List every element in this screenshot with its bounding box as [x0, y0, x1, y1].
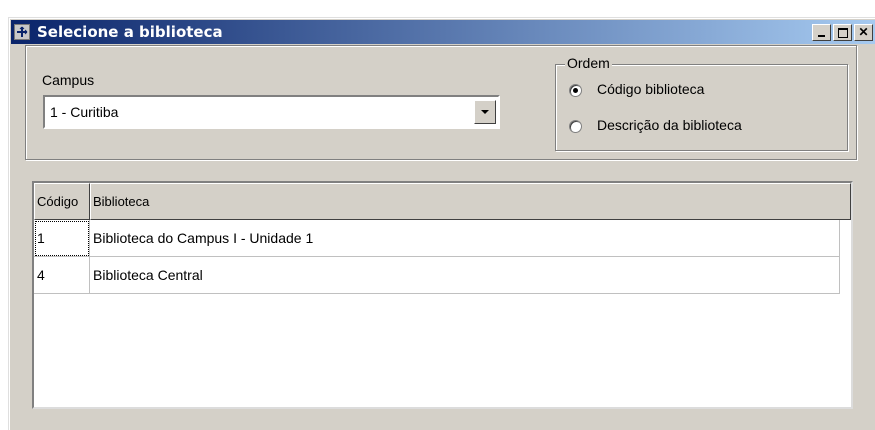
maximize-icon: [838, 28, 848, 38]
close-button[interactable]: ✕: [854, 24, 873, 41]
app-icon[interactable]: [14, 24, 30, 40]
radio-descricao-label[interactable]: Descrição da biblioteca: [597, 117, 742, 133]
ordem-label: Ordem: [565, 55, 612, 71]
table-row[interactable]: 4 Biblioteca Central: [34, 257, 840, 294]
column-header-codigo[interactable]: Código: [34, 183, 90, 220]
minimize-button[interactable]: [812, 24, 831, 41]
radio-descricao[interactable]: [569, 120, 582, 133]
campus-label: Campus: [42, 72, 95, 88]
radio-selected-dot: [573, 88, 578, 93]
cell-biblioteca[interactable]: Biblioteca do Campus I - Unidade 1: [90, 220, 840, 257]
window-title: Selecione a biblioteca: [37, 23, 223, 41]
title-bar[interactable]: Selecione a biblioteca ✕: [11, 20, 875, 44]
campus-select[interactable]: 1 - Curitiba: [43, 95, 500, 129]
close-icon: ✕: [858, 25, 869, 39]
cell-codigo[interactable]: 4: [34, 257, 90, 294]
column-header-biblioteca[interactable]: Biblioteca: [90, 183, 851, 220]
cell-biblioteca[interactable]: Biblioteca Central: [90, 257, 840, 294]
campus-dropdown-button[interactable]: [474, 100, 496, 124]
radio-codigo-label[interactable]: Código biblioteca: [597, 81, 704, 97]
maximize-button[interactable]: [833, 24, 852, 41]
radio-codigo[interactable]: [569, 84, 582, 97]
campus-selected-value: 1 - Curitiba: [50, 104, 119, 120]
table-row[interactable]: 1 Biblioteca do Campus I - Unidade 1: [34, 220, 840, 257]
minimize-icon: [818, 35, 825, 37]
chevron-down-icon: [481, 110, 489, 114]
ordem-groupbox: [555, 64, 848, 151]
library-grid[interactable]: Código Biblioteca 1 Biblioteca do Campus…: [32, 181, 853, 409]
cell-codigo[interactable]: 1: [34, 220, 90, 257]
